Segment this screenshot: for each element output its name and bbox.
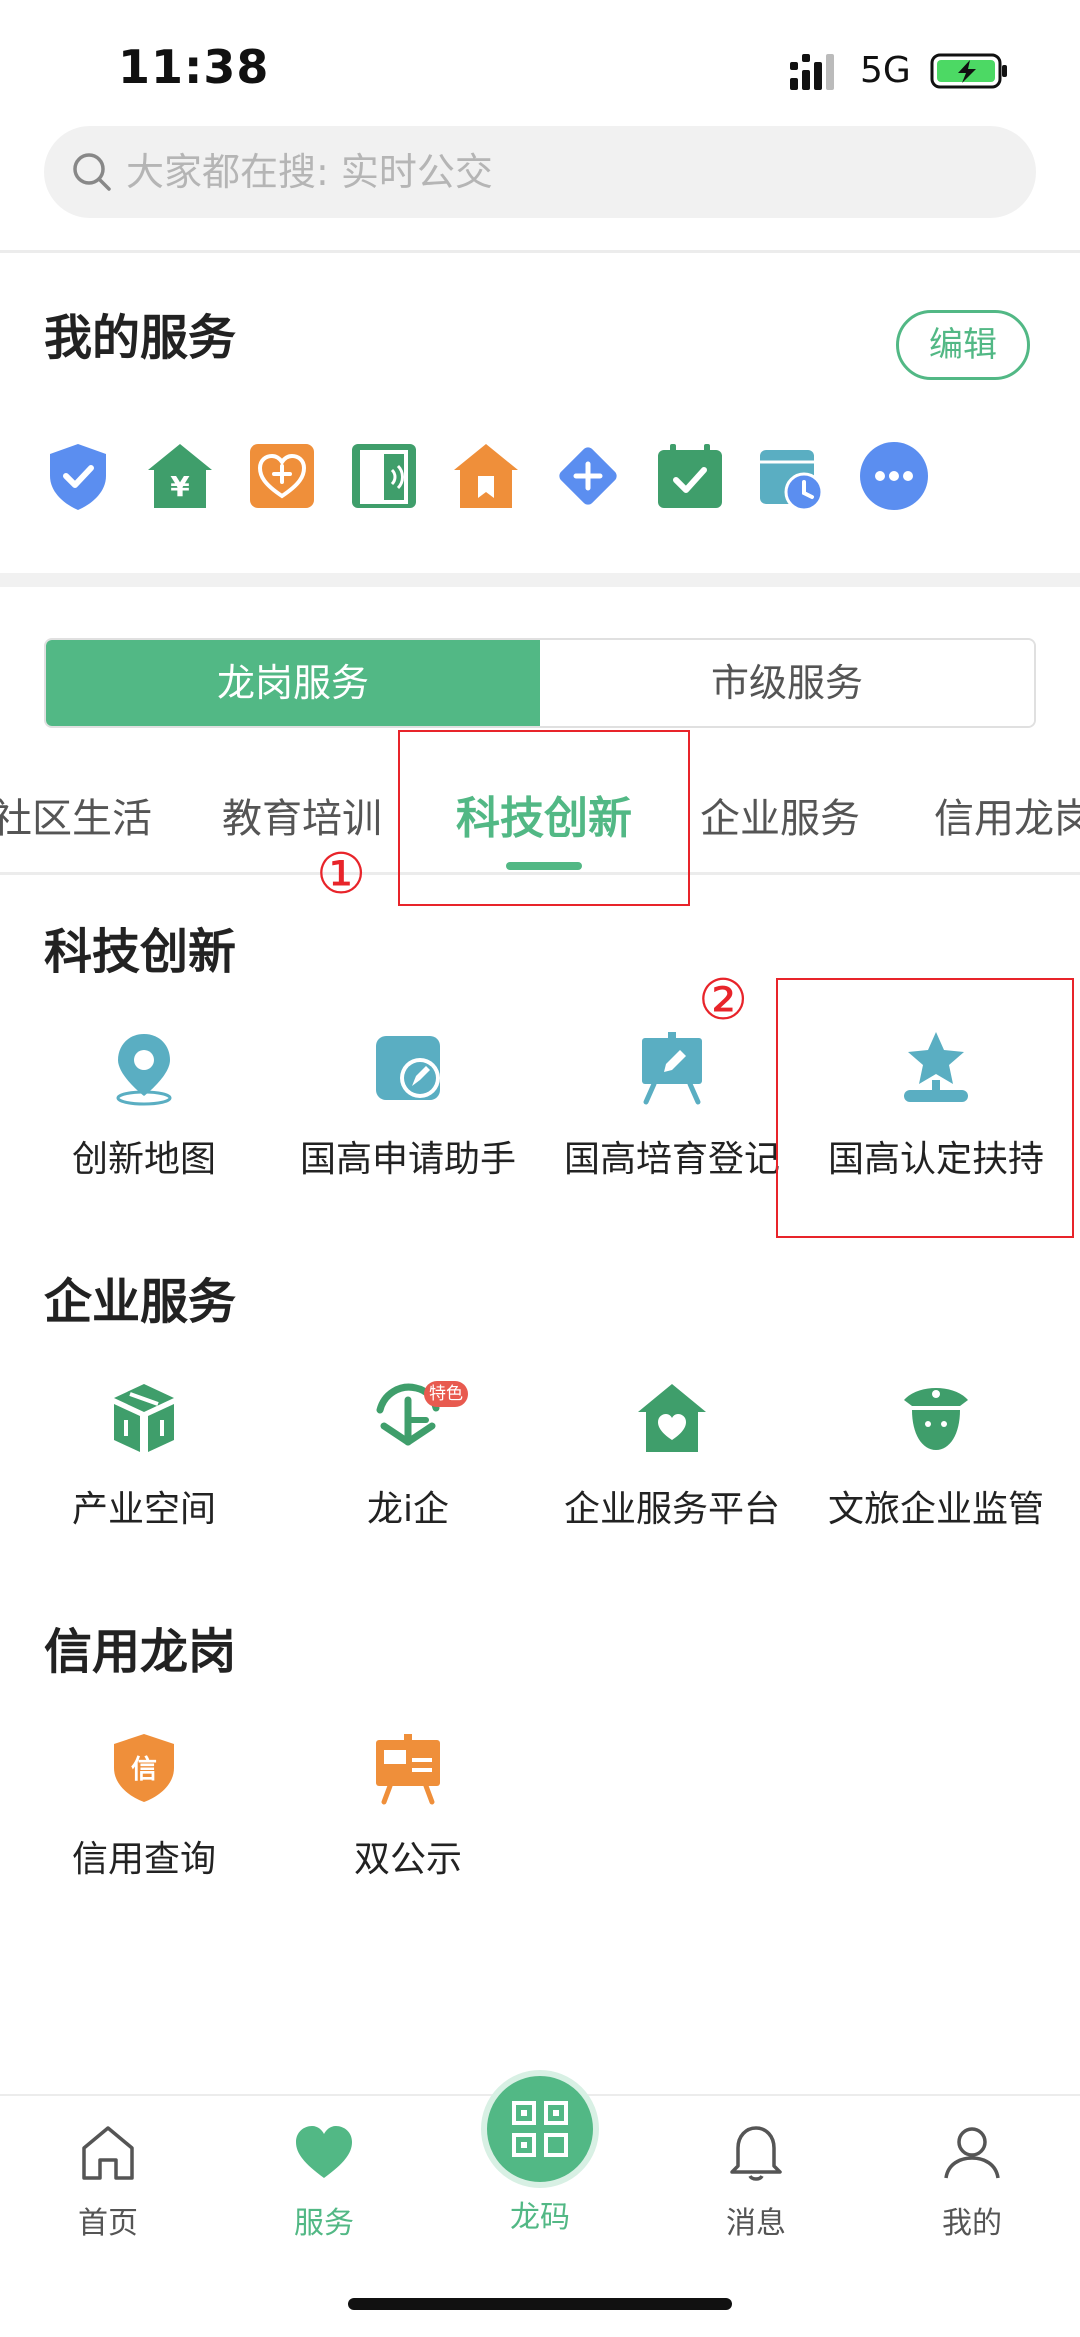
annotation-box-1 <box>398 730 690 906</box>
officer-icon <box>904 1388 968 1450</box>
grid-item-label: 国高申请助手 <box>299 1139 516 1180</box>
nav-home[interactable]: 首页 <box>38 2120 178 2241</box>
quick-services: ¥ <box>42 440 942 512</box>
grid-item-long-i-enterprise[interactable]: 龙i企 <box>272 1380 536 1540</box>
grid-item-label: 双公示 <box>353 1839 462 1880</box>
section-divider <box>0 573 1080 587</box>
signal-icon <box>790 54 834 90</box>
grid-item-credit-query[interactable]: 信 信用查询 <box>8 1730 272 1890</box>
network-label: 5G <box>860 50 911 91</box>
edit-document-icon <box>376 1036 440 1100</box>
nav-services[interactable]: 服务 <box>254 2120 394 2241</box>
grid-item-industrial-space[interactable]: 产业空间 <box>8 1380 272 1540</box>
my-services-title: 我的服务 <box>44 310 237 366</box>
annotation-number-2: ② <box>698 968 749 1033</box>
bookmark-house-icon[interactable] <box>450 440 522 512</box>
home-icon <box>82 2126 134 2180</box>
more-icon[interactable] <box>858 440 930 512</box>
grid-item-application-assistant[interactable]: 国高申请助手 <box>272 1030 536 1190</box>
nav-mine[interactable]: 我的 <box>902 2120 1042 2241</box>
segment-city[interactable]: 市级服务 <box>540 640 1034 726</box>
money-house-icon[interactable]: ¥ <box>144 440 216 512</box>
heart-plus-icon[interactable] <box>246 440 318 512</box>
billboard-icon <box>376 1734 440 1805</box>
tab-enterprise[interactable]: 企业服务 <box>700 786 860 844</box>
svg-text:¥: ¥ <box>170 470 190 503</box>
nav-services-label: 服务 <box>294 2206 354 2241</box>
home-indicator <box>348 2298 732 2310</box>
heart-house-icon <box>638 1384 706 1452</box>
edit-button[interactable]: 编辑 <box>896 310 1030 380</box>
tab-credit[interactable]: 信用龙岗 <box>934 786 1080 844</box>
grid-item-label: 产业空间 <box>71 1489 216 1530</box>
diamond-plus-icon[interactable] <box>552 440 624 512</box>
map-pin-icon <box>116 1034 172 1106</box>
grid-item-label: 龙i企 <box>366 1489 449 1530</box>
grid-item-label: 国高培育登记 <box>563 1139 780 1180</box>
enterprise-section-title: 企业服务 <box>44 1274 237 1330</box>
user-icon <box>944 2127 1000 2179</box>
grid-item-tourism-supervision[interactable]: 文旅企业监管 <box>800 1380 1064 1540</box>
door-icon[interactable] <box>348 440 420 512</box>
nav-messages-label: 消息 <box>726 2206 786 2241</box>
grid-item-label: 企业服务平台 <box>563 1489 780 1530</box>
nav-messages[interactable]: 消息 <box>686 2120 826 2241</box>
service-scope-segment: 龙岗服务 市级服务 <box>44 638 1036 728</box>
grid-item-cultivation-registration[interactable]: 国高培育登记 <box>536 1030 800 1190</box>
qr-code-icon <box>512 2101 568 2157</box>
credit-section-title: 信用龙岗 <box>44 1624 237 1680</box>
divider <box>0 250 1080 253</box>
feature-badge: 特色 <box>424 1381 468 1407</box>
tab-community[interactable]: 社区生活 <box>0 786 152 844</box>
nav-mine-label: 我的 <box>942 2206 1002 2241</box>
annotation-box-2 <box>776 978 1074 1238</box>
grid-item-label: 文旅企业监管 <box>827 1489 1044 1530</box>
grid-item-label: 创新地图 <box>71 1139 216 1180</box>
credit-shield-icon: 信 <box>114 1734 174 1802</box>
grid-item-double-publicity[interactable]: 双公示 <box>272 1730 536 1890</box>
search-icon <box>73 153 111 191</box>
bell-icon <box>730 2126 782 2181</box>
calendar-clock-icon[interactable] <box>756 440 828 512</box>
easel-pen-icon <box>642 1032 702 1105</box>
tab-education[interactable]: 教育培训 <box>222 786 382 844</box>
annotation-number-1: ① <box>316 842 367 907</box>
battery-icon <box>930 53 1007 89</box>
heart-icon <box>296 2126 352 2178</box>
svg-text:信: 信 <box>131 1755 157 1785</box>
search-bar[interactable] <box>44 126 1036 218</box>
longma-code-button[interactable] <box>481 2070 599 2188</box>
search-input[interactable] <box>126 126 1006 218</box>
calendar-check-icon[interactable] <box>654 440 726 512</box>
grid-item-innovation-map[interactable]: 创新地图 <box>8 1030 272 1190</box>
nav-code-label: 龙码 <box>510 2200 570 2235</box>
status-bar: 11:38 5G <box>0 0 1080 130</box>
shield-check-icon[interactable] <box>42 440 114 512</box>
tech-section-title: 科技创新 <box>44 924 237 980</box>
nav-home-label: 首页 <box>78 2206 138 2241</box>
grid-item-enterprise-platform[interactable]: 企业服务平台 <box>536 1380 800 1540</box>
segment-longgang[interactable]: 龙岗服务 <box>46 640 540 726</box>
cube-network-icon <box>114 1384 174 1452</box>
grid-item-label: 信用查询 <box>71 1839 216 1880</box>
status-time: 11:38 <box>118 40 270 94</box>
